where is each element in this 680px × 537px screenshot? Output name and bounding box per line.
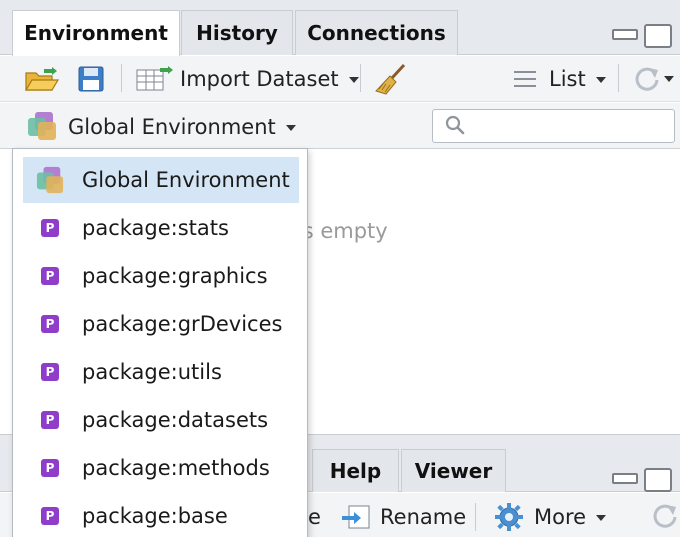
rename-icon[interactable]	[340, 504, 372, 530]
import-dataset-button[interactable]: Import Dataset	[180, 67, 359, 91]
refresh-icon[interactable]	[632, 64, 662, 94]
dropdown-item-package-graphics[interactable]: P package:graphics	[23, 253, 299, 299]
environment-dropdown-menu: Global Environment P package:stats P pac…	[12, 148, 308, 537]
dropdown-item-label: package:stats	[82, 216, 229, 240]
open-folder-icon[interactable]	[24, 65, 60, 93]
tab-viewer[interactable]: Viewer	[401, 449, 506, 492]
global-environment-icon	[36, 166, 64, 194]
chevron-down-icon	[596, 515, 607, 521]
dropdown-item-label: package:utils	[82, 360, 222, 384]
environment-selector-dropdown[interactable]: Global Environment	[68, 115, 296, 139]
save-workspace-icon[interactable]	[78, 66, 104, 92]
dropdown-item-label: package:grDevices	[82, 312, 283, 336]
dropdown-item-package-base[interactable]: P package:base	[23, 493, 299, 537]
chevron-down-icon	[348, 77, 359, 83]
view-mode-label: List	[549, 67, 586, 91]
clear-workspace-broom-icon[interactable]	[374, 62, 410, 96]
refresh-icon[interactable]	[650, 501, 680, 531]
toolbar-separator	[475, 503, 476, 531]
toolbar-separator	[618, 64, 619, 92]
dropdown-item-global-environment[interactable]: Global Environment	[23, 157, 299, 203]
package-icon: P	[41, 315, 59, 333]
dropdown-item-package-methods[interactable]: P package:methods	[23, 445, 299, 491]
import-dataset-label: Import Dataset	[180, 67, 339, 91]
package-icon: P	[41, 411, 59, 429]
minimize-pane-icon[interactable]	[612, 24, 638, 42]
dropdown-item-label: package:base	[82, 504, 228, 528]
dropdown-item-label: package:datasets	[82, 408, 269, 432]
package-icon: P	[41, 507, 59, 525]
toolbar-separator	[121, 64, 122, 92]
dropdown-item-package-stats[interactable]: P package:stats	[23, 205, 299, 251]
tab-history[interactable]: History	[181, 10, 293, 55]
list-view-icon	[514, 71, 536, 87]
dropdown-item-label: Global Environment	[82, 168, 290, 192]
chevron-down-icon	[285, 125, 296, 131]
package-icon: P	[41, 219, 59, 237]
tab-connections[interactable]: Connections	[295, 10, 458, 55]
environment-search-input[interactable]	[432, 109, 675, 143]
minimize-pane-icon[interactable]	[612, 468, 638, 486]
dropdown-item-package-datasets[interactable]: P package:datasets	[23, 397, 299, 443]
chevron-down-icon[interactable]	[664, 76, 674, 82]
tab-environment[interactable]: Environment	[12, 10, 180, 56]
package-icon: P	[41, 267, 59, 285]
import-dataset-icon[interactable]	[136, 66, 174, 92]
maximize-pane-icon[interactable]	[644, 24, 672, 48]
view-mode-dropdown[interactable]: List	[549, 67, 606, 91]
dropdown-item-label: package:graphics	[82, 264, 268, 288]
tab-help[interactable]: Help	[312, 449, 399, 492]
package-icon: P	[41, 459, 59, 477]
dropdown-item-package-utils[interactable]: P package:utils	[23, 349, 299, 395]
window-controls	[612, 24, 672, 48]
environment-selector-label: Global Environment	[68, 115, 276, 139]
pane-tab-bar: Environment History Connections	[0, 0, 680, 56]
search-icon	[445, 115, 465, 135]
maximize-pane-icon[interactable]	[644, 468, 672, 492]
window-controls	[612, 468, 672, 492]
chevron-down-icon	[595, 77, 606, 83]
package-icon: P	[41, 363, 59, 381]
toolbar-separator	[360, 64, 361, 92]
toolbar-partial-label[interactable]: e	[308, 505, 321, 529]
gear-icon[interactable]	[494, 502, 524, 532]
rename-button[interactable]: Rename	[380, 505, 466, 529]
environment-toolbar: Import Dataset List	[0, 56, 680, 102]
dropdown-item-package-grdevices[interactable]: P package:grDevices	[23, 301, 299, 347]
more-label: More	[534, 505, 587, 529]
dropdown-item-label: package:methods	[82, 456, 270, 480]
more-menu-button[interactable]: More	[534, 505, 607, 529]
global-environment-icon	[28, 112, 56, 140]
